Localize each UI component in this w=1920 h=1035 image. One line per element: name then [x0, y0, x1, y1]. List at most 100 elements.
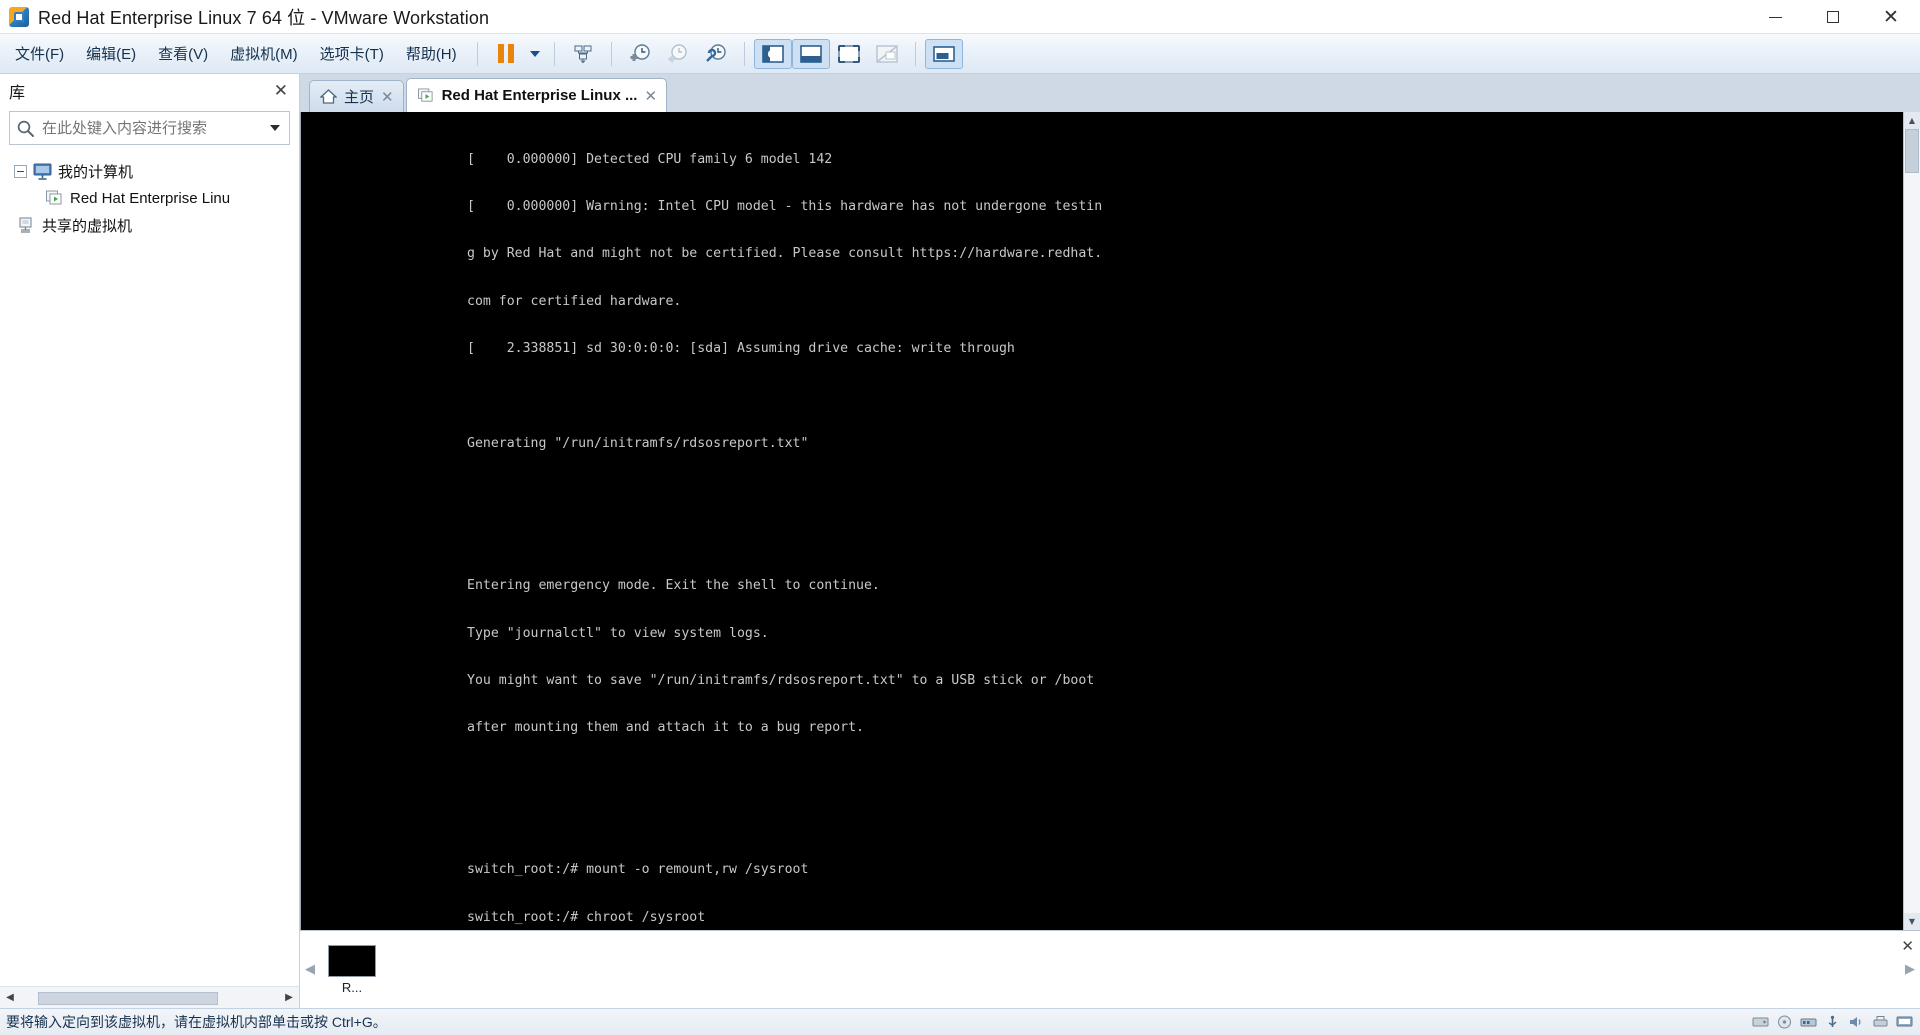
thumbnail-rhel[interactable]: R... — [324, 944, 380, 995]
usb-status-icon[interactable] — [1823, 1014, 1842, 1031]
menu-tabs[interactable]: 选项卡(T) — [309, 38, 395, 69]
vm-console-area[interactable]: [ 0.000000] Detected CPU family 6 model … — [300, 112, 1920, 930]
status-icons — [1751, 1014, 1914, 1031]
toolbar-separator — [553, 41, 555, 66]
toolbar-separator — [476, 41, 478, 66]
maximize-button[interactable] — [1804, 0, 1862, 34]
status-bar: 要将输入定向到该虚拟机，请在虚拟机内部单击或按 Ctrl+G。 — [0, 1008, 1920, 1035]
menu-view[interactable]: 查看(V) — [147, 38, 219, 69]
vm-screen[interactable]: [ 0.000000] Detected CPU family 6 model … — [301, 112, 1903, 930]
terminal-line: [ 2.338851] sd 30:0:0:0: [sda] Assuming … — [467, 341, 1015, 357]
menu-edit[interactable]: 编辑(E) — [75, 38, 147, 69]
terminal-output: [ 0.000000] Detected CPU family 6 model … — [301, 120, 1903, 930]
library-tree: − 我的计算机 Red Hat Enterprise Linu 共享的虚拟机 — [0, 153, 299, 986]
search-input[interactable] — [42, 119, 263, 137]
thumbnail-label: R... — [341, 979, 363, 995]
chevron-down-icon — [529, 50, 540, 57]
tree-item-rhel-vm[interactable]: Red Hat Enterprise Linu — [0, 185, 299, 212]
library-horizontal-scrollbar[interactable]: ◀ ▶ — [0, 986, 299, 1008]
fullscreen-icon — [837, 44, 860, 63]
menu-help[interactable]: 帮助(H) — [395, 38, 468, 69]
scroll-down-icon[interactable]: ▼ — [1903, 913, 1920, 930]
expander-icon[interactable]: − — [14, 165, 27, 178]
toolbar-separator — [914, 41, 916, 66]
toolbar-separator — [610, 41, 612, 66]
minimize-button[interactable] — [1746, 0, 1804, 34]
tree-item-shared-vms[interactable]: 共享的虚拟机 — [0, 212, 299, 239]
status-message: 要将输入定向到该虚拟机，请在虚拟机内部单击或按 Ctrl+G。 — [6, 1014, 387, 1030]
vmware-icon — [9, 6, 29, 27]
unity-mode-button[interactable] — [868, 39, 906, 69]
tab-label: 主页 — [344, 89, 375, 106]
harddisk-status-icon[interactable] — [1751, 1014, 1770, 1031]
power-dropdown-button[interactable] — [525, 39, 545, 69]
tree-item-my-computer[interactable]: − 我的计算机 — [0, 158, 299, 185]
library-header: 库 ✕ — [0, 74, 299, 107]
main-body: 库 ✕ − — [0, 74, 1920, 1008]
library-panel: 库 ✕ − — [0, 74, 300, 1008]
terminal-line: switch_root:/# mount -o remount,rw /sysr… — [467, 862, 809, 878]
thumbnail-image — [328, 944, 376, 977]
close-button[interactable]: ✕ — [1862, 0, 1920, 34]
show-library-button[interactable] — [753, 38, 792, 69]
console-view-button[interactable] — [924, 38, 963, 69]
terminal-line: com for certified hardware. — [467, 293, 682, 309]
manage-button[interactable] — [564, 39, 602, 69]
snapshot-revert-icon — [667, 43, 687, 63]
library-title: 库 — [9, 84, 26, 102]
thumbnail-prev-icon[interactable]: ◀ — [300, 931, 320, 1008]
cdrom-status-icon[interactable] — [1775, 1014, 1794, 1031]
close-icon[interactable]: ✕ — [1901, 937, 1914, 955]
tab-close-icon[interactable]: ✕ — [644, 87, 657, 105]
computer-icon — [33, 163, 52, 180]
network-nodes-icon — [574, 45, 592, 63]
scroll-thumb[interactable] — [1904, 129, 1919, 173]
scroll-track[interactable] — [20, 989, 279, 1006]
console-icon — [932, 45, 955, 62]
tab-rhel[interactable]: Red Hat Enterprise Linux ... ✕ — [405, 78, 668, 112]
menu-vm[interactable]: 虚拟机(M) — [219, 38, 309, 69]
terminal-line: Entering emergency mode. Exit the shell … — [467, 578, 880, 594]
terminal-line: g by Red Hat and might not be certified.… — [467, 246, 1103, 262]
pause-icon — [497, 44, 514, 63]
fullscreen-button[interactable] — [830, 39, 868, 69]
vm-running-icon — [46, 190, 62, 205]
printer-status-icon[interactable] — [1871, 1014, 1890, 1031]
scroll-thumb[interactable] — [38, 991, 218, 1005]
take-snapshot-button[interactable] — [621, 39, 659, 69]
tab-close-icon[interactable]: ✕ — [381, 88, 394, 106]
vm-vertical-scrollbar[interactable]: ▲ ▼ — [1903, 112, 1920, 930]
snapshot-add-icon — [630, 43, 650, 61]
window-controls: ✕ — [1746, 0, 1920, 34]
menu-toolbar: 文件(F) 编辑(E) 查看(V) 虚拟机(M) 选项卡(T) 帮助(H) — [0, 34, 1920, 74]
network-status-icon[interactable] — [1799, 1014, 1818, 1031]
scroll-right-icon[interactable]: ▶ — [279, 988, 299, 1008]
chevron-down-icon[interactable] — [270, 125, 280, 131]
library-search-box[interactable] — [9, 111, 290, 145]
menu-file[interactable]: 文件(F) — [4, 38, 75, 69]
library-search-wrapper — [0, 107, 299, 153]
title-bar: Red Hat Enterprise Linux 7 64 位 - VMware… — [0, 0, 1920, 34]
terminal-line: Type "journalctl" to view system logs. — [467, 625, 769, 641]
scroll-track[interactable] — [1903, 129, 1920, 913]
snapshot-manager-button[interactable] — [697, 39, 735, 69]
show-thumbnail-bar-button[interactable] — [791, 38, 830, 69]
display-status-icon[interactable] — [1895, 1014, 1914, 1031]
terminal-line: [ 0.000000] Warning: Intel CPU model - t… — [467, 198, 1103, 214]
close-icon[interactable]: ✕ — [274, 81, 288, 101]
sound-status-icon[interactable] — [1847, 1014, 1866, 1031]
snapshot-manage-icon — [705, 43, 726, 62]
terminal-line: [ 0.000000] Detected CPU family 6 model … — [467, 151, 833, 167]
tab-home[interactable]: 主页 ✕ — [309, 80, 404, 112]
power-pause-button[interactable] — [487, 39, 525, 69]
vmware-workstation-window: Red Hat Enterprise Linux 7 64 位 - VMware… — [0, 0, 1920, 1035]
toolbar-separator — [743, 41, 745, 66]
revert-snapshot-button[interactable] — [659, 39, 697, 69]
scroll-left-icon[interactable]: ◀ — [0, 988, 20, 1008]
scroll-up-icon[interactable]: ▲ — [1903, 112, 1920, 129]
